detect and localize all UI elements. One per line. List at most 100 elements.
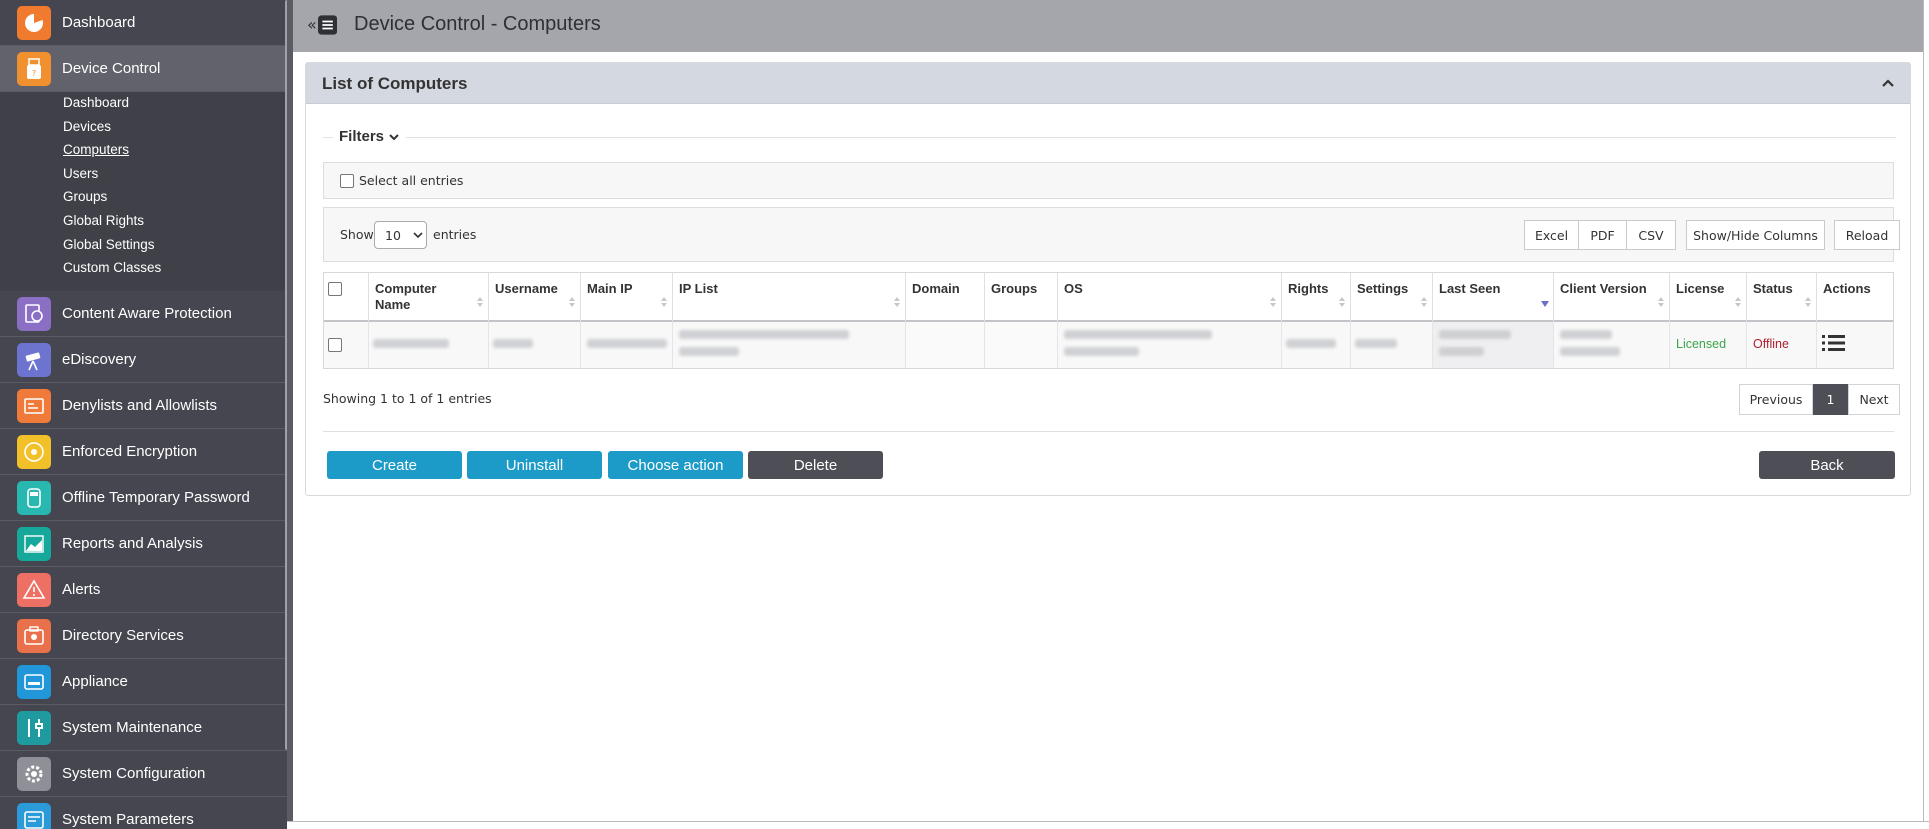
parameters-icon [17, 802, 51, 829]
row-checkbox[interactable] [328, 338, 342, 352]
reload-button[interactable]: Reload [1834, 220, 1900, 250]
column-header-computer-name[interactable]: Computer Name [369, 273, 489, 322]
column-header-status[interactable]: Status [1747, 273, 1817, 322]
column-header-username[interactable]: Username [489, 273, 581, 322]
row-select-cell [324, 322, 369, 368]
export-pdf-button[interactable]: PDF [1578, 220, 1627, 250]
select-all-rows-checkbox[interactable] [328, 282, 342, 296]
cell-username [489, 322, 581, 368]
sort-icon [661, 297, 667, 307]
select-all-checkbox[interactable] [340, 173, 354, 188]
column-header-label: Settings [1357, 281, 1409, 296]
column-header-rights[interactable]: Rights [1282, 273, 1351, 322]
delete-button[interactable]: Delete [748, 451, 883, 479]
column-header-label: Status [1753, 281, 1793, 296]
actions-menu-icon[interactable] [1822, 334, 1846, 352]
sidebar-item-dashboard[interactable]: Dashboard [0, 0, 287, 46]
sidebar-item-label: System Configuration [62, 765, 206, 782]
sidebar-item-reports-analysis[interactable]: Reports and Analysis [0, 521, 287, 567]
collapse-sidebar-button[interactable]: « [307, 12, 337, 38]
sidebar-item-label: Dashboard [62, 14, 136, 31]
sidebar-item-alerts[interactable]: Alerts [0, 567, 287, 613]
sidebar-item-denylists-allowlists[interactable]: Denylists and Allowlists [0, 383, 287, 429]
entries-info: Showing 1 to 1 of 1 entries [323, 391, 492, 406]
redacted-text [1064, 330, 1212, 339]
select-all-bar: Select all entries [323, 162, 1894, 199]
submenu-groups[interactable]: Groups [63, 189, 107, 204]
app-window: Dashboard ? Device Control Dashboard Dev… [0, 0, 1929, 829]
previous-page-button[interactable]: Previous [1739, 384, 1813, 415]
appliance-icon [17, 664, 51, 699]
create-button[interactable]: Create [327, 451, 462, 479]
cell-groups [985, 322, 1058, 368]
column-header-label: Username [495, 281, 558, 296]
filters-toggle[interactable]: Filters [333, 128, 407, 145]
redacted-text [587, 339, 667, 348]
submenu-users[interactable]: Users [63, 166, 98, 181]
sidebar-item-label: System Maintenance [62, 719, 203, 736]
chevron-down-icon [413, 232, 423, 239]
column-header-label: Last Seen [1439, 281, 1501, 296]
sort-desc-icon [1541, 301, 1549, 307]
show-hide-columns-button[interactable]: Show/Hide Columns [1686, 220, 1825, 250]
page-1-button[interactable]: 1 [1813, 384, 1848, 415]
sidebar-item-system-configuration[interactable]: System Configuration [0, 751, 287, 797]
sidebar-item-device-control[interactable]: ? Device Control [0, 46, 287, 92]
export-csv-button[interactable]: CSV [1626, 220, 1676, 250]
sidebar-item-system-maintenance[interactable]: System Maintenance [0, 705, 287, 751]
submenu-computers[interactable]: Computers [63, 142, 129, 157]
back-button[interactable]: Back [1759, 451, 1895, 479]
sidebar-item-directory-services[interactable]: Directory Services [0, 613, 287, 659]
select-all-label: Select all entries [359, 173, 464, 188]
submenu-global-settings[interactable]: Global Settings [63, 237, 155, 252]
cell-settings [1351, 322, 1433, 368]
column-header-label: Domain [912, 281, 960, 296]
cell-main-ip [581, 322, 673, 368]
sidebar-item-appliance[interactable]: Appliance [0, 659, 287, 705]
sidebar: Dashboard ? Device Control Dashboard Dev… [0, 0, 287, 829]
submenu-global-rights[interactable]: Global Rights [63, 213, 144, 228]
export-excel-button[interactable]: Excel [1524, 220, 1579, 250]
cell-domain [906, 322, 985, 368]
column-header-settings[interactable]: Settings [1351, 273, 1433, 322]
sidebar-item-label: Enforced Encryption [62, 443, 198, 460]
column-header-label: Groups [991, 281, 1038, 296]
license-status-text: Licensed [1676, 337, 1727, 351]
disc-lock-icon [17, 434, 51, 469]
submenu-devices[interactable]: Devices [63, 119, 111, 134]
sidebar-item-label: Content Aware Protection [62, 305, 232, 322]
column-header-os[interactable]: OS [1058, 273, 1282, 322]
chevron-up-icon[interactable] [1880, 75, 1896, 91]
cell-license: Licensed [1670, 322, 1747, 368]
next-page-button[interactable]: Next [1848, 384, 1900, 415]
cell-ip-list [673, 322, 906, 368]
column-header-groups: Groups [985, 273, 1058, 322]
main-content: « Device Control - Computers List of Com… [293, 0, 1923, 821]
column-header-last-seen[interactable]: Last Seen [1433, 273, 1554, 322]
column-header-main-ip[interactable]: Main IP [581, 273, 673, 322]
page-size-select[interactable]: 10 [374, 221, 427, 249]
redacted-text [679, 330, 849, 339]
panel-header: List of Computers [306, 63, 1910, 104]
column-header-label: Rights [1288, 281, 1329, 296]
uninstall-button[interactable]: Uninstall [467, 451, 602, 479]
double-chevron-left-icon: « [307, 15, 317, 34]
choose-action-button[interactable]: Choose action [608, 451, 743, 479]
redacted-text [1286, 339, 1336, 348]
sidebar-item-system-parameters[interactable]: System Parameters [0, 797, 287, 829]
sidebar-item-enforced-encryption[interactable]: Enforced Encryption [0, 429, 287, 475]
submenu-custom-classes[interactable]: Custom Classes [63, 260, 161, 275]
redacted-text [493, 339, 533, 348]
column-header-license[interactable]: License [1670, 273, 1747, 322]
column-header-ip-list[interactable]: IP List [673, 273, 906, 322]
sidebar-item-content-aware-protection[interactable]: Content Aware Protection [0, 291, 287, 337]
sidebar-item-offline-temporary-password[interactable]: Offline Temporary Password [0, 475, 287, 521]
column-header-client-version[interactable]: Client Version [1554, 273, 1670, 322]
table-row[interactable]: Licensed Offline [324, 322, 1893, 368]
submenu-dashboard[interactable]: Dashboard [63, 95, 129, 110]
page-size-value: 10 [385, 227, 401, 243]
panel-title: List of Computers [322, 74, 468, 93]
status-text: Offline [1753, 337, 1789, 351]
sidebar-item-ediscovery[interactable]: eDiscovery [0, 337, 287, 383]
cell-os [1058, 322, 1282, 368]
